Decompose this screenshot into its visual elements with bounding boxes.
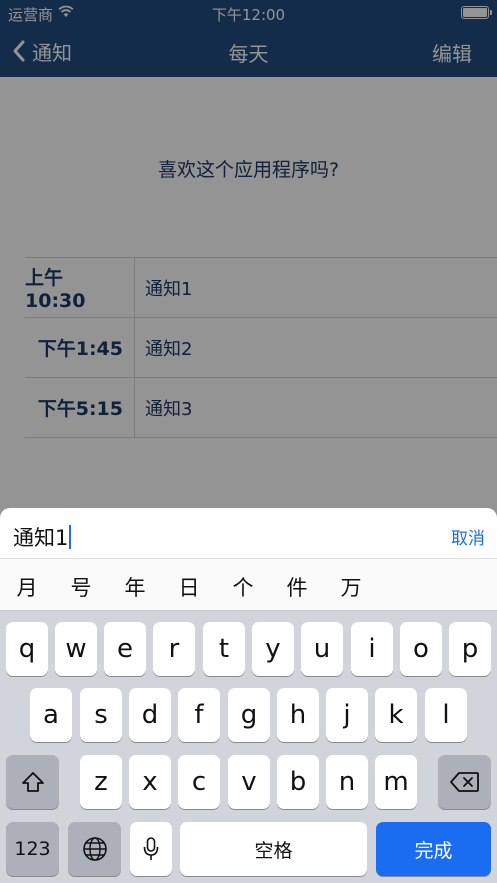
candidate-item[interactable]: 月: [12, 572, 42, 602]
key-a[interactable]: a: [30, 688, 72, 742]
key-e[interactable]: e: [104, 622, 146, 676]
key-y[interactable]: y: [252, 622, 294, 676]
key-c[interactable]: c: [178, 755, 220, 809]
key-j[interactable]: j: [326, 688, 368, 742]
candidate-item[interactable]: 个: [228, 572, 258, 602]
key-k[interactable]: k: [375, 688, 417, 742]
delete-key[interactable]: [438, 755, 491, 809]
done-key-label: 完成: [414, 839, 453, 862]
backspace-icon: [449, 772, 479, 792]
key-n[interactable]: n: [326, 755, 368, 809]
key-b[interactable]: b: [277, 755, 319, 809]
candidate-bar: 月 号 年 日 个 件 万: [0, 558, 497, 611]
key-i[interactable]: i: [351, 622, 393, 676]
key-o[interactable]: o: [400, 622, 442, 676]
done-key[interactable]: 完成: [376, 822, 491, 876]
key-w[interactable]: w: [55, 622, 97, 676]
key-t[interactable]: t: [203, 622, 245, 676]
text-caret: [69, 525, 72, 549]
key-x[interactable]: x: [129, 755, 171, 809]
space-key-label: 空格: [254, 839, 293, 862]
keyboard: q w e r t y u i o p a s d f g h j k l z …: [0, 611, 497, 883]
key-p[interactable]: p: [449, 622, 491, 676]
candidate-item[interactable]: 万: [336, 572, 366, 602]
key-u[interactable]: u: [301, 622, 343, 676]
globe-icon: [82, 837, 107, 861]
text-input-bar: 通知1 取消: [0, 508, 497, 558]
globe-key[interactable]: [68, 822, 121, 876]
numbers-key[interactable]: 123: [6, 822, 59, 876]
key-v[interactable]: v: [228, 755, 270, 809]
candidate-item[interactable]: 件: [282, 572, 312, 602]
input-value: 通知1: [13, 526, 69, 550]
space-key[interactable]: 空格: [180, 822, 367, 876]
shift-key[interactable]: [6, 755, 59, 809]
key-q[interactable]: q: [6, 622, 48, 676]
numbers-key-label: 123: [14, 838, 51, 860]
notification-name-input[interactable]: 通知1: [13, 522, 72, 552]
key-m[interactable]: m: [375, 755, 417, 809]
key-f[interactable]: f: [178, 688, 220, 742]
cancel-button[interactable]: 取消: [451, 524, 485, 549]
key-d[interactable]: d: [129, 688, 171, 742]
microphone-key[interactable]: [130, 822, 172, 876]
key-z[interactable]: z: [80, 755, 122, 809]
candidate-item[interactable]: 年: [120, 572, 150, 602]
key-r[interactable]: r: [153, 622, 195, 676]
shift-icon: [21, 772, 44, 792]
candidate-item[interactable]: 日: [174, 572, 204, 602]
candidate-item[interactable]: 号: [66, 572, 96, 602]
microphone-icon: [143, 837, 159, 860]
key-s[interactable]: s: [80, 688, 122, 742]
key-l[interactable]: l: [425, 688, 467, 742]
key-g[interactable]: g: [228, 688, 270, 742]
key-h[interactable]: h: [277, 688, 319, 742]
